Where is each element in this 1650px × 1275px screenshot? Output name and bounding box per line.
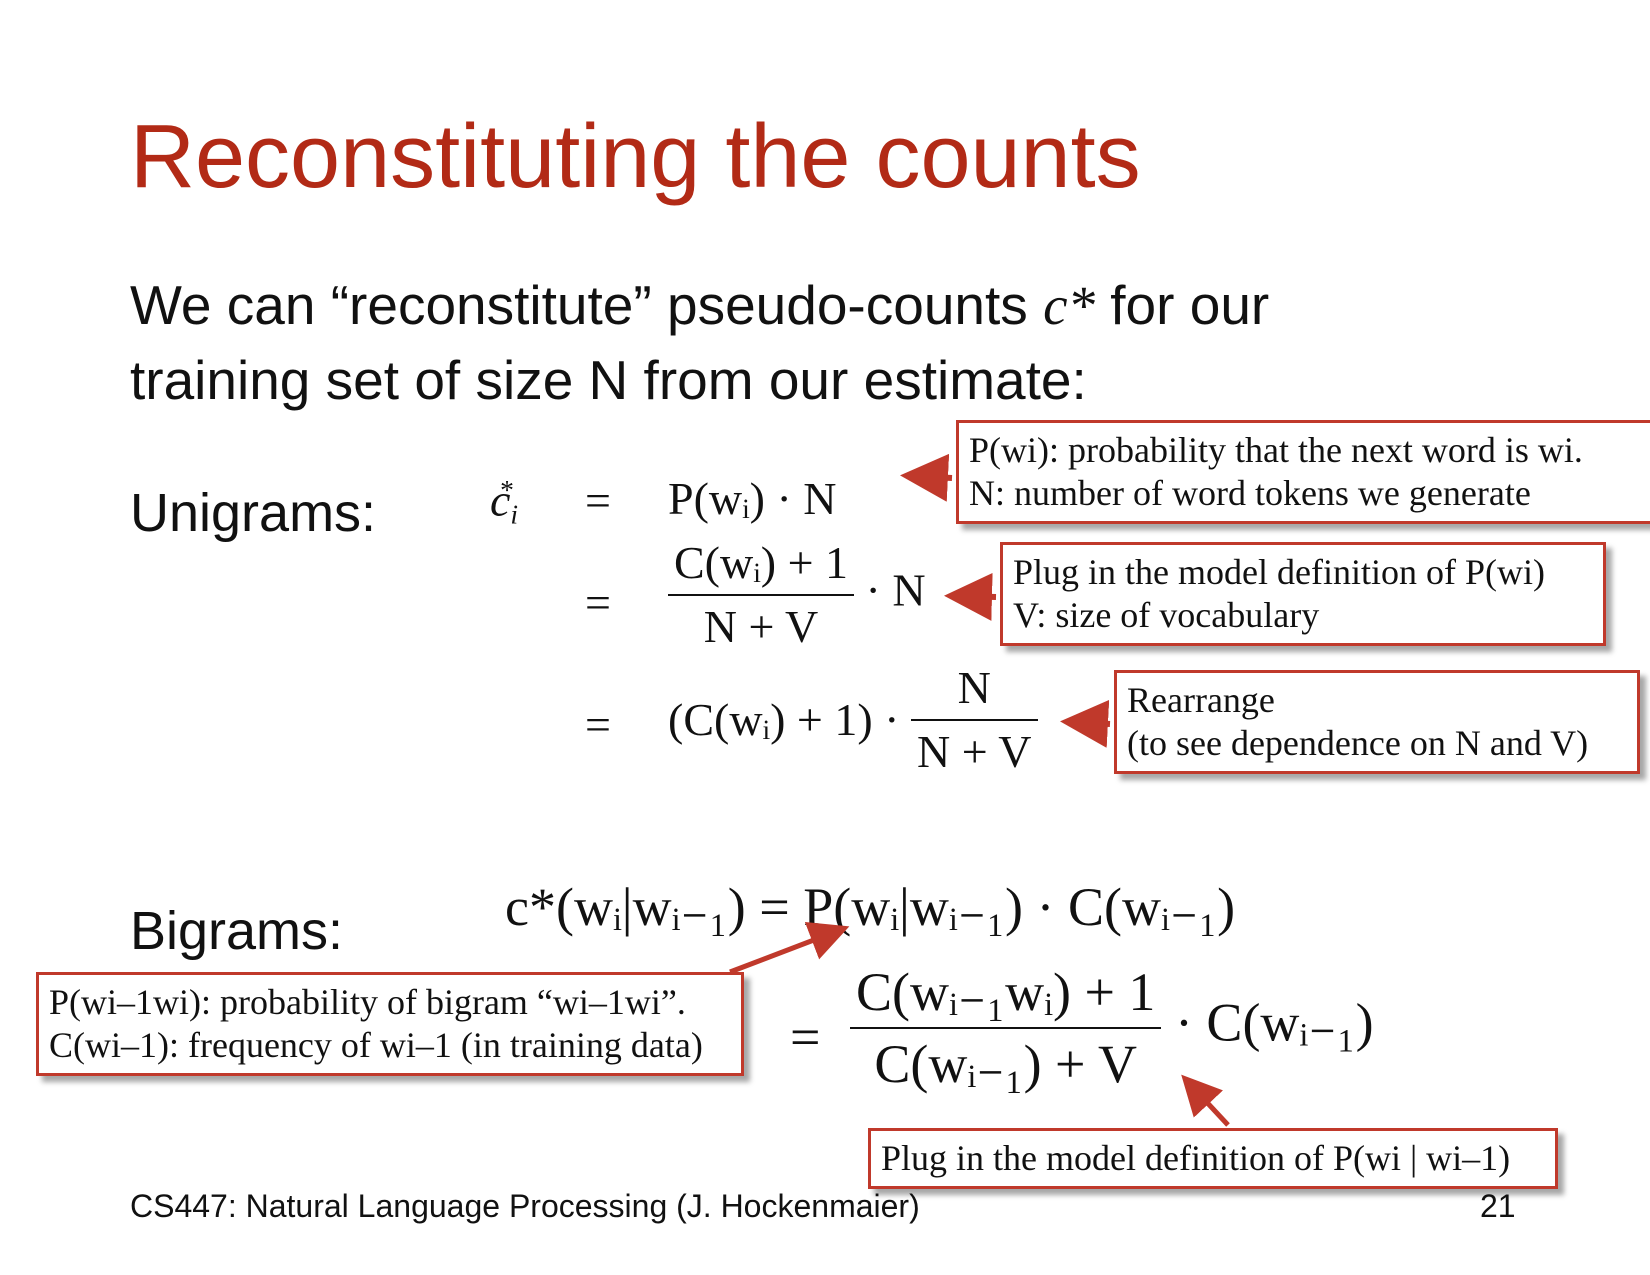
- arrow-to-bigram-denominator: [1181, 1074, 1230, 1127]
- arrow-to-unigram-row2: [944, 572, 997, 621]
- arrow-to-unigram-row1: [900, 453, 953, 502]
- arrow-to-unigram-row3: [1060, 699, 1111, 748]
- annotation-arrows: [729, 453, 1230, 1127]
- arrow-to-bigram-row1: [729, 922, 850, 975]
